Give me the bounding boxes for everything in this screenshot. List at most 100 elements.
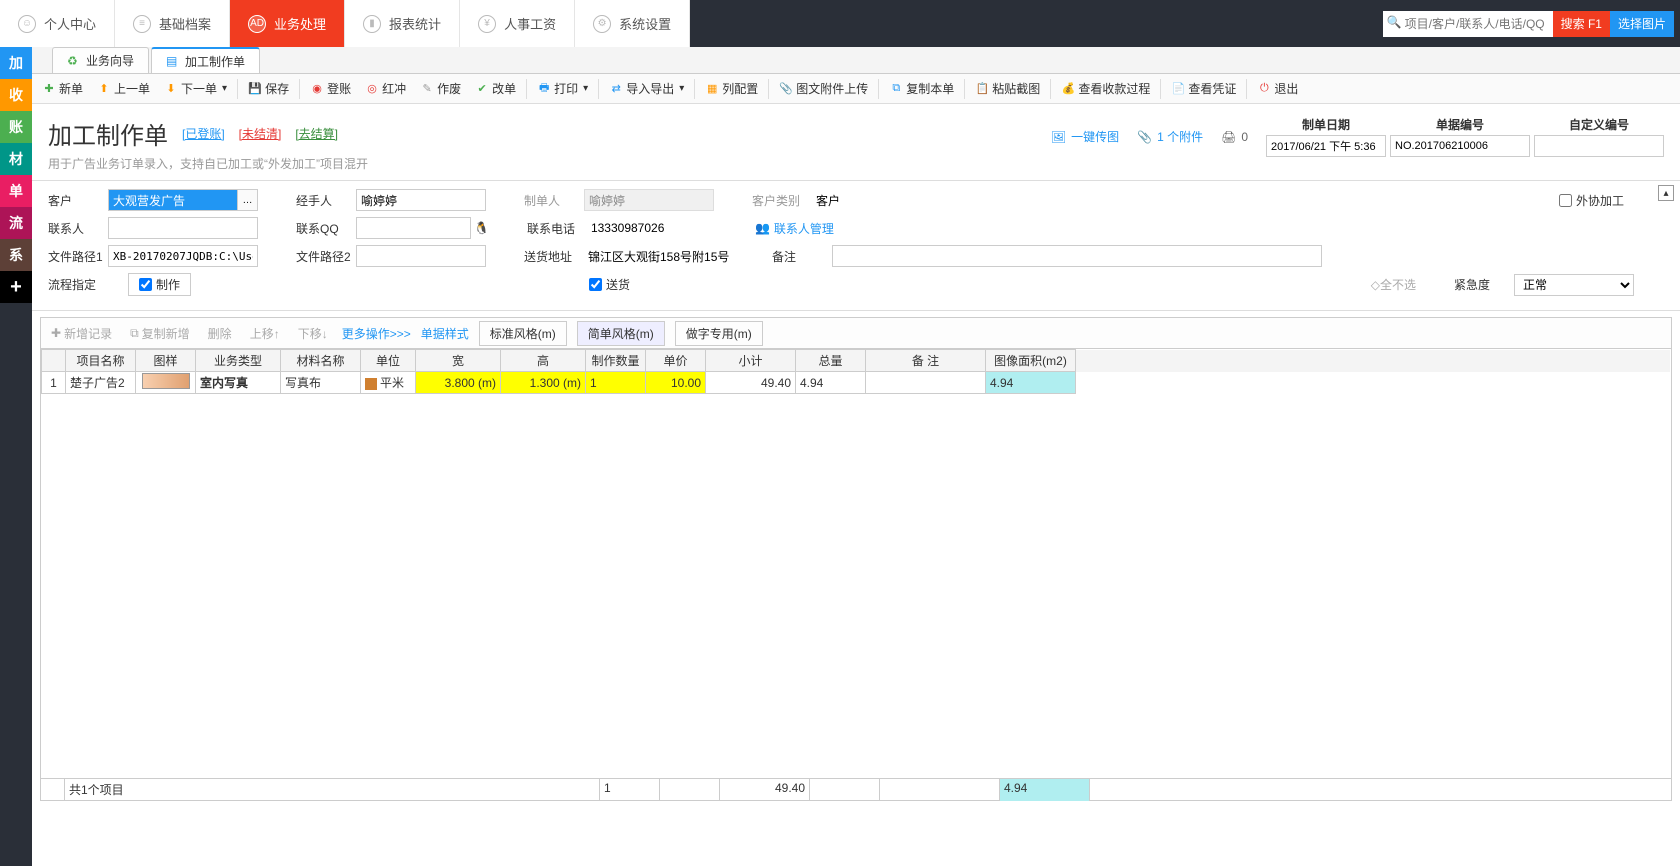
checkbox-make[interactable]: 制作	[139, 276, 180, 293]
style-standard[interactable]: 标准风格(m)	[479, 321, 567, 346]
btn-import-export[interactable]: ⇄导入导出	[603, 77, 690, 100]
cell-biztype[interactable]: 室内写真	[196, 372, 281, 394]
select-urgency[interactable]: 正常	[1514, 274, 1634, 296]
btn-copy[interactable]: ⧉复制本单	[883, 77, 960, 100]
nav-hr[interactable]: ¥人事工资	[460, 0, 575, 47]
btn-view-voucher[interactable]: 📄查看凭证	[1165, 77, 1242, 100]
input-path1[interactable]	[108, 245, 258, 267]
side-jia[interactable]: 加	[0, 47, 32, 79]
btn-attachments[interactable]: 📎图文附件上传	[773, 77, 874, 100]
link-bill-style[interactable]: 单据样式	[421, 325, 469, 342]
btn-columns[interactable]: ▦列配置	[699, 77, 764, 100]
nav-settings[interactable]: ⚙系统设置	[575, 0, 690, 47]
collapse-button[interactable]: ▴	[1658, 185, 1674, 201]
col-height[interactable]: 高	[501, 350, 586, 372]
link-upload-img[interactable]: 🖼一键传图	[1051, 128, 1119, 145]
cell-height[interactable]: 1.300 (m)	[501, 372, 586, 394]
pick-image-button[interactable]: 选择图片	[1610, 11, 1674, 37]
side-shou[interactable]: 收	[0, 79, 32, 111]
col-biztype[interactable]: 业务类型	[196, 350, 281, 372]
checkbox-outsource[interactable]: 外协加工	[1559, 192, 1624, 209]
btn-prev[interactable]: ⬆上一单	[91, 77, 156, 100]
side-liu[interactable]: 流	[0, 207, 32, 239]
cell-qty[interactable]: 1	[586, 372, 646, 394]
meta-custom-input[interactable]	[1534, 135, 1664, 157]
cell-width[interactable]: 3.800 (m)	[416, 372, 501, 394]
col-subtotal[interactable]: 小计	[706, 350, 796, 372]
nav-business[interactable]: AD业务处理	[230, 0, 345, 47]
side-zhang[interactable]: 账	[0, 111, 32, 143]
col-total[interactable]: 总量	[796, 350, 866, 372]
input-path2[interactable]	[356, 245, 486, 267]
cell-material[interactable]: 写真布	[281, 372, 361, 394]
col-width[interactable]: 宽	[416, 350, 501, 372]
deselect-all[interactable]: 全不选	[1380, 276, 1416, 293]
col-thumb[interactable]: 图样	[136, 350, 196, 372]
side-dan[interactable]: 单	[0, 175, 32, 207]
btn-edit[interactable]: ✔改单	[469, 77, 522, 100]
input-addr[interactable]	[584, 245, 734, 267]
customer-picker[interactable]: …	[238, 189, 258, 211]
link-attachments[interactable]: 📎1 个附件	[1137, 128, 1203, 145]
print-count[interactable]: 🖨0	[1221, 130, 1248, 144]
input-contact[interactable]	[108, 217, 258, 239]
btn-next[interactable]: ⬇下一单	[158, 77, 233, 100]
cell-thumb[interactable]	[136, 372, 196, 394]
input-phone[interactable]	[587, 217, 717, 239]
input-remark[interactable]	[832, 245, 1322, 267]
btn-post[interactable]: ◉登账	[304, 77, 357, 100]
input-qq[interactable]	[356, 217, 471, 239]
status-posted[interactable]: [已登账]	[182, 125, 225, 142]
col-remark[interactable]: 备 注	[866, 350, 986, 372]
side-cai[interactable]: 材	[0, 143, 32, 175]
data-grid[interactable]: 项目名称 图样 业务类型 材料名称 单位 宽 高 制作数量 单价 小计 总量 备…	[40, 349, 1672, 779]
col-name[interactable]: 项目名称	[66, 350, 136, 372]
btn-view-payment[interactable]: 💰查看收款过程	[1055, 77, 1156, 100]
col-area[interactable]: 图像面积(m2)	[986, 350, 1076, 372]
link-more-ops[interactable]: 更多操作>>>	[342, 325, 411, 342]
btn-new[interactable]: ✚新单	[36, 77, 89, 100]
cell-name[interactable]: 楚子广告2	[66, 372, 136, 394]
meta-no-input[interactable]	[1390, 135, 1530, 157]
tab-wizard[interactable]: ♻业务向导	[52, 47, 149, 73]
checkbox-deliver[interactable]: 送货	[589, 276, 630, 293]
btn-save[interactable]: 💾保存	[242, 77, 295, 100]
col-material[interactable]: 材料名称	[281, 350, 361, 372]
side-xi[interactable]: 系	[0, 239, 32, 271]
input-handler[interactable]	[356, 189, 486, 211]
nav-archives[interactable]: ≡基础档案	[115, 0, 230, 47]
col-unit[interactable]: 单位	[361, 350, 416, 372]
search-button[interactable]: 搜索 F1	[1553, 11, 1610, 37]
style-font[interactable]: 做字专用(m)	[675, 321, 763, 346]
qq-icon[interactable]: 🐧	[474, 221, 489, 235]
btn-exit[interactable]: ⏻退出	[1251, 77, 1304, 100]
nav-personal[interactable]: ☺个人中心	[0, 0, 115, 47]
btn-copy-new[interactable]: ⧉复制新增	[126, 323, 194, 344]
btn-print[interactable]: 🖶打印	[531, 77, 594, 100]
btn-paste-img[interactable]: 📋粘贴截图	[969, 77, 1046, 100]
side-add[interactable]: +	[0, 271, 32, 303]
btn-add-record[interactable]: ✚新增记录	[47, 323, 116, 344]
btn-move-up[interactable]: 上移↑	[246, 323, 284, 344]
input-customer[interactable]	[108, 189, 238, 211]
table-row[interactable]: 1 楚子广告2 室内写真 写真布 平米 3.800 (m) 1.300 (m) …	[42, 372, 1671, 394]
btn-reverse[interactable]: ◎红冲	[359, 77, 412, 100]
status-settle[interactable]: [去结算]	[295, 125, 338, 142]
col-idx[interactable]	[42, 350, 66, 372]
cell-price[interactable]: 10.00	[646, 372, 706, 394]
btn-delete[interactable]: 删除	[204, 323, 236, 344]
link-contact-mgmt[interactable]: 联系人管理	[774, 220, 834, 237]
nav-reports[interactable]: ▮报表统计	[345, 0, 460, 47]
cell-unit[interactable]: 平米	[361, 372, 416, 394]
col-qty[interactable]: 制作数量	[586, 350, 646, 372]
style-simple[interactable]: 简单风格(m)	[577, 321, 665, 346]
meta-date-input[interactable]	[1266, 135, 1386, 157]
btn-void[interactable]: ✎作废	[414, 77, 467, 100]
cell-total: 4.94	[796, 372, 866, 394]
col-price[interactable]: 单价	[646, 350, 706, 372]
status-unsettled[interactable]: [未结清]	[239, 125, 282, 142]
btn-move-down[interactable]: 下移↓	[294, 323, 332, 344]
cell-remark[interactable]	[866, 372, 986, 394]
tab-production-order[interactable]: ▤加工制作单	[151, 47, 260, 73]
global-search-input[interactable]	[1383, 11, 1553, 37]
